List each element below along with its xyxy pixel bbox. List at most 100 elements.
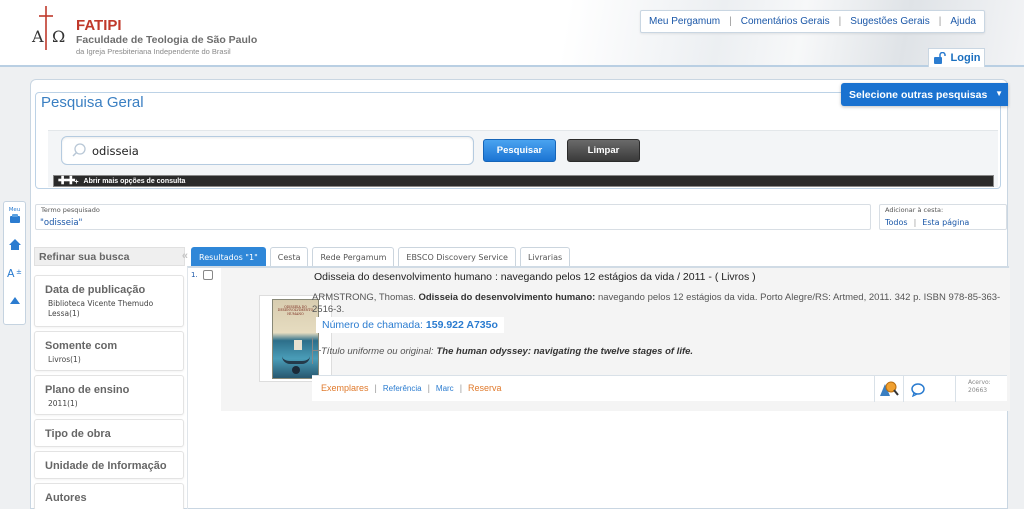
cover-ship-hull: [282, 350, 310, 364]
svg-text:A: A: [7, 267, 15, 278]
clear-button[interactable]: Limpar: [567, 139, 640, 162]
nav-meu-pergamum[interactable]: Meu Pergamum: [649, 16, 720, 27]
map-search-button[interactable]: [874, 376, 903, 402]
result-checkbox[interactable]: [203, 270, 213, 280]
font-size-icon: A ±: [7, 267, 22, 278]
select-other-searches-dropdown[interactable]: Selecione outras pesquisas ▼: [841, 83, 1008, 106]
comment-button[interactable]: [903, 376, 932, 402]
facet-data-publicacao[interactable]: Data de publicação Biblioteca Vicente Th…: [34, 275, 184, 327]
search-box: [61, 136, 474, 165]
acervo-value: 20663: [968, 387, 988, 395]
svg-text:Ω: Ω: [52, 27, 65, 46]
cover-publisher-logo: [292, 365, 300, 374]
more-options-label: Abrir mais opções de consulta: [83, 177, 186, 185]
facet-title: Data de publicação: [45, 284, 146, 296]
cover-ship-sail: [294, 339, 302, 350]
call-number: Número de chamada: 159.922 A735o: [316, 317, 504, 333]
search-button[interactable]: Pesquisar: [483, 139, 556, 162]
map-search-icon: [880, 381, 899, 396]
facet-title: Somente com: [45, 340, 118, 352]
result-imprint: navegando pelos 12 estágios da vida. Por…: [312, 292, 1001, 316]
separator: |: [459, 383, 463, 393]
nav-comentarios-gerais[interactable]: Comentários Gerais: [741, 16, 830, 27]
searched-term-value[interactable]: "odisseia": [40, 218, 82, 228]
facet-value[interactable]: Biblioteca Vicente Themudo Lessa(1): [45, 299, 183, 319]
acervo-label: Acervo:: [968, 379, 991, 386]
nav-separator: |: [729, 16, 732, 27]
tab-cesta[interactable]: Cesta: [269, 247, 309, 267]
side-toolbar: Meu A ±: [3, 201, 26, 325]
scroll-up-button[interactable]: [6, 290, 24, 310]
scroll-up-icon: [9, 296, 20, 304]
result-description: ARMSTRONG, Thomas. Odisseia do desenvolv…: [312, 292, 1007, 317]
header: A Ω FATIPI Faculdade de Teologia de São …: [0, 0, 1024, 67]
more-options-toggle[interactable]: ✚✚+ Abrir mais opções de consulta: [53, 175, 994, 187]
separator: |: [374, 383, 377, 393]
result-item: 1. ODISSEIA DO DESENVOLVIMENTO HUMANO Od…: [188, 268, 1010, 411]
result-actions: Exemplares | Referência | Marc | Reserva: [312, 375, 1007, 402]
meu-pergamum-icon: [9, 213, 20, 223]
brand-subtitle: Faculdade de Teologia de São Paulo: [76, 34, 258, 46]
login-button[interactable]: Login: [928, 48, 985, 67]
search-legend: Pesquisa Geral: [41, 94, 148, 111]
tab-livrarias[interactable]: Livrarias: [519, 247, 571, 267]
search-form: Pesquisa Geral Pesquisar Limpar ✚✚+ Abri…: [35, 92, 1001, 189]
facet-unidade-informacao[interactable]: Unidade de Informação: [34, 451, 184, 479]
reserva-link[interactable]: Reserva: [468, 383, 502, 393]
referencia-link[interactable]: Referência: [383, 384, 422, 393]
call-number-label: Número de chamada:: [322, 319, 423, 331]
login-label: Login: [950, 52, 981, 64]
chevron-down-icon: ▼: [995, 89, 1003, 98]
search-icon: [72, 143, 86, 157]
plus-icon: ✚✚+: [58, 174, 79, 187]
nav-sugestoes-gerais[interactable]: Sugestões Gerais: [850, 16, 930, 27]
searched-term-box: Termo pesquisado "odisseia": [35, 204, 871, 230]
fatipi-logo-icon: A Ω: [31, 6, 65, 50]
exemplares-link[interactable]: Exemplares: [321, 383, 369, 393]
home-icon: [8, 238, 21, 250]
facet-plano-ensino[interactable]: Plano de ensino 2011(1): [34, 375, 184, 415]
facet-value[interactable]: 2011(1): [45, 399, 183, 409]
unlock-icon: [933, 52, 946, 64]
svg-text:A: A: [31, 27, 44, 46]
speech-bubble-icon: [911, 382, 925, 397]
top-navigation: Meu Pergamum | Comentários Gerais | Suge…: [640, 10, 985, 33]
tab-rede-pergamum[interactable]: Rede Pergamum: [312, 247, 395, 267]
tab-ebsco-discovery[interactable]: EBSCO Discovery Service: [398, 247, 516, 267]
facet-somente-com[interactable]: Somente com Livros(1): [34, 331, 184, 371]
nav-separator: |: [838, 16, 842, 27]
result-title[interactable]: Odisseia do desenvolvimento humano : nav…: [314, 271, 756, 283]
result-number: 1.: [191, 271, 198, 279]
facet-title: Unidade de Informação: [45, 460, 167, 472]
facet-autores[interactable]: Autores: [34, 483, 184, 509]
cover-title: ODISSEIA DO DESENVOLVIMENTO HUMANO: [277, 304, 314, 317]
meu-pergamum-shortcut[interactable]: Meu: [6, 206, 24, 226]
add-to-basket-box: Adicionar à cesta: Todos | Esta página: [879, 204, 1007, 230]
uniform-title: Título uniforme ou original: The human o…: [312, 338, 693, 364]
basket-add-page-link[interactable]: Esta página: [922, 218, 969, 227]
brand-tagline: da Igreja Presbiteriana Independente do …: [76, 47, 231, 56]
searched-term-label: Termo pesquisado: [41, 206, 100, 214]
main-panel: Pesquisa Geral Pesquisar Limpar ✚✚+ Abri…: [30, 79, 1010, 509]
results-tabs: Resultados "1" Cesta Rede Pergamum EBSCO…: [191, 247, 571, 267]
facet-title: Tipo de obra: [45, 428, 111, 440]
search-input[interactable]: [92, 142, 462, 160]
tab-resultados[interactable]: Resultados "1": [191, 247, 266, 267]
font-size-button[interactable]: A ±: [6, 262, 24, 282]
brand-name: FATIPI: [76, 17, 122, 34]
facet-title: Autores: [45, 492, 87, 504]
facet-tipo-obra[interactable]: Tipo de obra: [34, 419, 184, 447]
facet-value[interactable]: Livros(1): [45, 355, 183, 365]
separator: |: [913, 218, 917, 227]
marc-link[interactable]: Marc: [436, 384, 454, 393]
basket-add-all-link[interactable]: Todos: [885, 218, 908, 227]
acervo-info: Acervo: 20663: [955, 376, 1007, 402]
home-button[interactable]: [6, 234, 24, 254]
separator: |: [427, 383, 430, 393]
results-panel: 1. ODISSEIA DO DESENVOLVIMENTO HUMANO Od…: [187, 266, 1010, 509]
svg-text:±: ±: [16, 268, 22, 276]
uniform-title-value: The human odyssey: navigating the twelve…: [436, 345, 694, 357]
collapse-sidebar-icon[interactable]: «: [182, 250, 188, 262]
result-author: ARMSTRONG, Thomas.: [312, 292, 416, 303]
nav-ajuda[interactable]: Ajuda: [950, 16, 976, 27]
